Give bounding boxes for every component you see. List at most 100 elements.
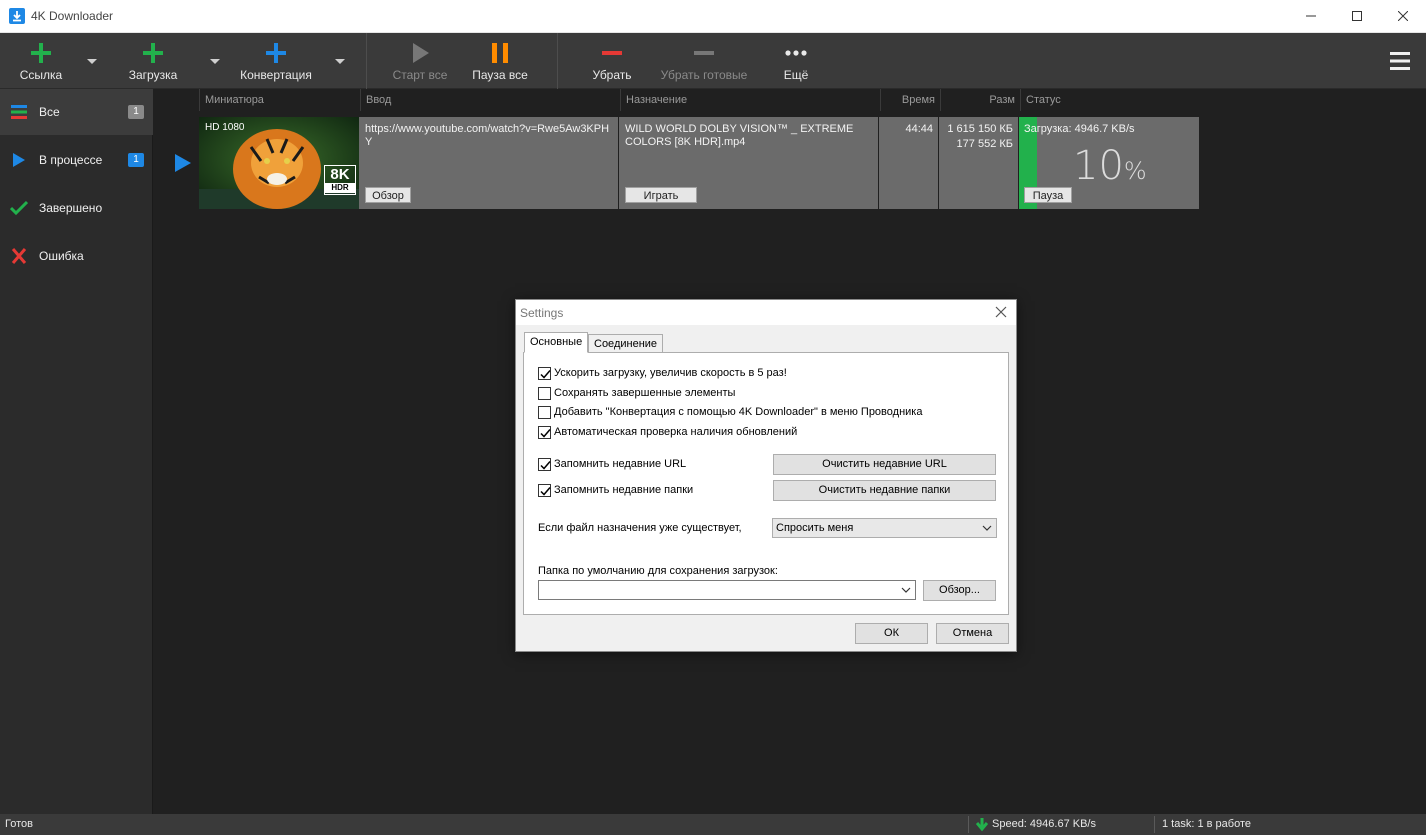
ok-button[interactable]: ОК <box>855 623 928 644</box>
8k-badge-text: 8K <box>330 166 350 183</box>
tab-general[interactable]: Основные <box>524 332 589 353</box>
clear-urls-button[interactable]: Очистить недавние URL <box>773 454 996 475</box>
play-icon <box>413 43 429 63</box>
destination-cell: WILD WORLD DOLBY VISION™ _ EXTREME COLOR… <box>619 117 878 209</box>
status-text: Загрузка: 4946.7 KB/s <box>1024 123 1135 135</box>
dialog-title-bar: Settings <box>516 300 1016 325</box>
checkbox-box[interactable] <box>538 387 551 400</box>
pause-all-button[interactable]: Пауза все <box>465 33 535 89</box>
status-cell: Загрузка: 4946.7 KB/s 10% Пауза <box>1019 117 1199 209</box>
default-folder-input[interactable] <box>538 580 916 600</box>
checkmark-green-icon <box>10 200 28 216</box>
start-all-button[interactable]: Старт все <box>385 33 455 89</box>
play-file-button[interactable]: Играть <box>625 187 697 203</box>
chevron-down-icon <box>901 587 911 593</box>
sidebar-item-all[interactable]: Все 1 <box>0 89 153 135</box>
size-total: 1 615 150 КБ <box>947 123 1013 135</box>
progress-number: 10 <box>1073 143 1124 189</box>
plus-green-icon <box>31 43 51 63</box>
file-exists-select[interactable]: Спросить меня <box>772 518 997 538</box>
browse-source-button[interactable]: Обзор <box>365 187 411 203</box>
more-button[interactable]: Ещё <box>771 33 821 89</box>
download-label: Загрузка <box>128 68 178 82</box>
quality-label: HD 1080 <box>205 122 245 133</box>
pause-all-label: Пауза все <box>472 68 528 82</box>
remove-completed-button[interactable]: Убрать готовые <box>659 33 749 89</box>
chevron-down-icon[interactable] <box>86 56 98 66</box>
column-header-thumbnail[interactable]: Миниатюра <box>199 89 360 111</box>
play-blue-icon[interactable] <box>174 153 192 173</box>
maximize-button[interactable] <box>1334 0 1380 32</box>
checkbox-box[interactable] <box>538 484 551 497</box>
checkbox-label: Запомнить недавние URL <box>554 458 687 470</box>
more-label: Ещё <box>783 68 809 82</box>
count-badge: 1 <box>128 153 144 167</box>
browse-folder-button[interactable]: Обзор... <box>923 580 996 601</box>
pause-icon <box>492 43 508 63</box>
paste-link-label: Ссылка <box>19 68 63 82</box>
duration-value: 44:44 <box>905 123 933 135</box>
sidebar-item-label: Ошибка <box>39 249 84 263</box>
sidebar-item-label: Все <box>39 105 60 119</box>
source-url: https://www.youtube.com/watch?v=Rwe5Aw3K… <box>365 123 610 148</box>
sidebar-item-error[interactable]: Ошибка <box>0 233 153 279</box>
chevron-down-icon[interactable] <box>209 56 221 66</box>
column-header-size[interactable]: Разм <box>940 89 1020 111</box>
tab-connection[interactable]: Соединение <box>588 334 664 353</box>
column-header-status[interactable]: Статус <box>1020 89 1200 111</box>
close-button[interactable] <box>1380 0 1426 32</box>
checkbox-label: Сохранять завершенные элементы <box>554 387 736 399</box>
video-thumbnail: HD 1080 8K HDR <box>199 117 359 209</box>
plus-green-icon <box>143 43 163 63</box>
sidebar-item-in-progress[interactable]: В процессе 1 <box>0 137 153 183</box>
checkmark-icon <box>540 461 551 470</box>
hamburger-menu-icon[interactable] <box>1388 50 1412 72</box>
size-downloaded: 177 552 КБ <box>956 138 1013 150</box>
window-title: 4K Downloader <box>31 9 114 23</box>
title-bar: 4K Downloader <box>0 0 1426 33</box>
checkbox-box[interactable] <box>538 406 551 419</box>
time-cell: 44:44 <box>879 117 938 209</box>
toolbar-divider <box>366 33 367 89</box>
minus-gray-icon <box>694 51 714 55</box>
column-header-destination[interactable]: Назначение <box>620 89 880 111</box>
statusbar-divider <box>1154 816 1155 833</box>
chevron-down-icon <box>982 525 992 531</box>
table-row[interactable]: HD 1080 8K HDR https://www.youtube.com/w… <box>199 117 1201 209</box>
checkbox-label: Запомнить недавние папки <box>554 484 694 496</box>
minus-red-icon <box>602 51 622 55</box>
cancel-button[interactable]: Отмена <box>936 623 1009 644</box>
minimize-button[interactable] <box>1288 0 1334 32</box>
destination-filename: WILD WORLD DOLBY VISION™ _ EXTREME COLOR… <box>625 123 854 148</box>
progress-percent: 10% <box>1073 143 1147 189</box>
more-dots-icon <box>785 50 807 56</box>
column-header-input[interactable]: Ввод <box>360 89 620 111</box>
all-list-icon <box>11 105 27 119</box>
checkbox-box[interactable] <box>538 426 551 439</box>
column-header-time[interactable]: Время <box>880 89 940 111</box>
app-logo-icon <box>9 8 25 24</box>
chevron-down-icon[interactable] <box>334 56 346 66</box>
pause-download-button[interactable]: Пауза <box>1024 187 1072 203</box>
paste-link-button[interactable]: Ссылка <box>10 33 72 89</box>
size-cell: 1 615 150 КБ 177 552 КБ <box>939 117 1018 209</box>
checkbox-label: Автоматическая проверка наличия обновлен… <box>554 426 798 438</box>
clear-folders-button[interactable]: Очистить недавние папки <box>773 480 996 501</box>
close-icon[interactable] <box>994 305 1008 319</box>
checkbox-box[interactable] <box>538 367 551 380</box>
status-ready: Готов <box>5 818 33 830</box>
general-tab-panel: Ускорить загрузку, увеличив скорость в 5… <box>523 352 1009 615</box>
default-folder-label: Папка по умолчанию для сохранения загруз… <box>538 565 778 577</box>
status-bar: Готов Speed: 4946.67 KB/s 1 task: 1 в ра… <box>0 814 1426 835</box>
sidebar-item-label: В процессе <box>39 153 103 167</box>
convert-button[interactable]: Конвертация <box>236 33 316 89</box>
plus-blue-icon <box>266 43 286 63</box>
checkbox-label: Ускорить загрузку, увеличив скорость в 5… <box>554 367 787 379</box>
remove-button[interactable]: Убрать <box>582 33 642 89</box>
dialog-title: Settings <box>520 306 564 320</box>
download-button[interactable]: Загрузка <box>122 33 184 89</box>
toolbar-divider <box>557 33 558 89</box>
sidebar-item-completed[interactable]: Завершено <box>0 185 153 231</box>
count-badge: 1 <box>128 105 144 119</box>
checkbox-box[interactable] <box>538 458 551 471</box>
